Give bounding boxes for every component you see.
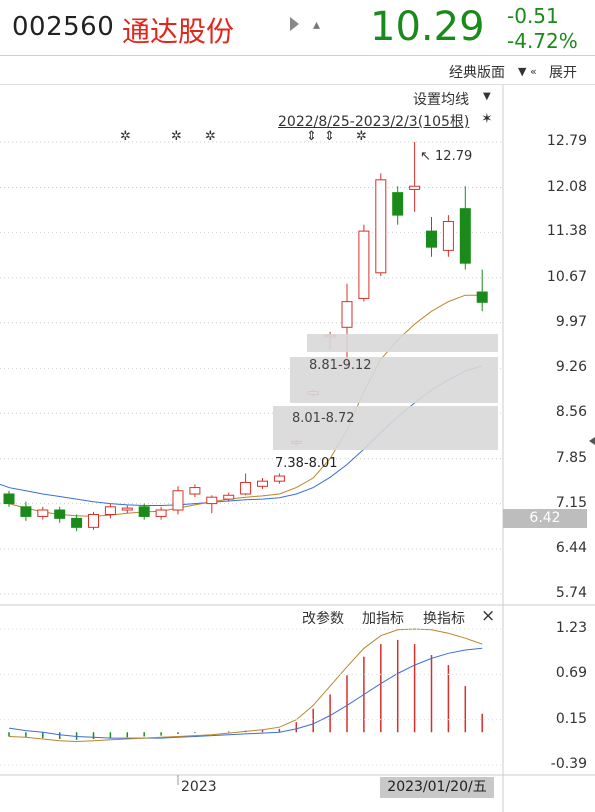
event-marker[interactable]: ⇕: [324, 129, 335, 144]
candle-body: [121, 507, 133, 511]
event-marker[interactable]: ⇕: [306, 129, 317, 144]
candle-body: [358, 230, 370, 299]
candle-body: [104, 506, 116, 515]
macd-dea-line: [8, 647, 483, 739]
price-axis-label: 7.85: [555, 449, 587, 466]
event-marker[interactable]: ✲: [356, 129, 367, 144]
scroll-arrow-icon: [589, 437, 595, 445]
macd-dif-line: [8, 628, 483, 743]
candle-body: [409, 185, 421, 190]
candle-body: [20, 506, 32, 517]
event-marker[interactable]: ✲: [171, 129, 182, 144]
add-indicator-button[interactable]: 加指标: [362, 608, 404, 628]
bell-icon[interactable]: ▴: [313, 17, 320, 33]
zone-label: 8.81-9.12: [309, 358, 372, 373]
candle-body: [476, 291, 488, 303]
expand-button[interactable]: 展开: [549, 62, 577, 82]
price-axis-label: 5.74: [555, 585, 587, 601]
quote-header: 002560 通达股份 ▴ 10.29 -0.51 -4.72%: [0, 0, 595, 56]
indicator-axis-label: -0.39: [550, 756, 587, 772]
price-axis-label: 9.97: [555, 313, 587, 330]
candle-body: [88, 513, 99, 528]
stock-name: 通达股份: [122, 15, 235, 48]
candle-body: [273, 475, 285, 482]
candle-body: [155, 509, 167, 517]
swap-indicator-button[interactable]: 换指标: [423, 608, 465, 628]
support-zone: [307, 334, 498, 352]
candle-body: [257, 480, 268, 487]
chevron-down-icon[interactable]: ▼: [483, 91, 491, 102]
last-price: 10.29: [370, 4, 485, 50]
chevron-down-icon[interactable]: ▼: [518, 65, 526, 78]
pin-icon[interactable]: ✶: [481, 111, 493, 127]
candle-body: [172, 490, 184, 511]
candle-body: [206, 496, 218, 505]
change-value: -0.51: [507, 4, 559, 28]
price-axis-label: 9.26: [555, 359, 587, 376]
indicator-axis-label: 0.69: [555, 665, 587, 682]
price-axis-label: 8.56: [555, 404, 587, 421]
price-axis-label: 12.79: [546, 133, 587, 149]
x-axis-year: 2023: [181, 779, 217, 795]
high-marker: ↖ 12.79: [420, 149, 473, 164]
candle-body: [240, 481, 252, 495]
candle-body: [138, 506, 150, 517]
candle-body: [392, 192, 404, 216]
play-icon[interactable]: [290, 17, 299, 31]
cursor-date-box: 2023/01/20/五: [380, 777, 494, 798]
change-params-button[interactable]: 改参数: [302, 608, 344, 628]
ma-settings-button[interactable]: 设置均线: [413, 89, 469, 109]
candle-body: [459, 208, 471, 264]
double-left-icon[interactable]: «: [530, 65, 537, 78]
candle-body: [37, 509, 49, 517]
zone-label: 7.38-8.01: [275, 456, 338, 471]
indicator-axis-label: 1.23: [555, 620, 587, 636]
date-range[interactable]: 2022/8/25-2023/2/3(105根): [278, 111, 469, 131]
price-axis-label: 6.44: [555, 540, 587, 557]
event-marker[interactable]: ✲: [205, 129, 216, 144]
zone-label: 8.01-8.72: [292, 411, 355, 426]
stock-code: 002560: [12, 12, 115, 42]
close-icon[interactable]: ×: [481, 606, 495, 626]
kline-chart[interactable]: 设置均线 ▼ 2022/8/25-2023/2/3(105根) ✶ ✲ ✲ ✲ …: [0, 85, 595, 812]
candle-body: [3, 493, 15, 505]
candle-body: [426, 230, 437, 248]
price-axis-label: 12.08: [546, 178, 587, 195]
classic-layout-button[interactable]: 经典版面: [449, 62, 505, 82]
price-axis-label: 10.67: [546, 268, 587, 285]
candle-body: [341, 301, 353, 328]
event-marker[interactable]: ✲: [120, 129, 131, 144]
candle-body: [71, 517, 83, 528]
price-change: -0.51 -4.72%: [507, 4, 578, 54]
candle-body: [54, 509, 66, 519]
candle-body: [375, 179, 387, 274]
indicator-axis-label: 0.15: [555, 710, 587, 727]
layout-bar: 经典版面 ▼ « 展开: [0, 56, 595, 85]
high-marker-value: 12.79: [435, 149, 473, 164]
candle-body: [223, 494, 235, 500]
current-price-box: 6.42: [503, 509, 587, 528]
candle-body: [189, 487, 201, 495]
candle-body: [442, 221, 454, 251]
price-axis-label: 11.38: [546, 223, 587, 240]
change-percent: -4.72%: [507, 29, 578, 53]
